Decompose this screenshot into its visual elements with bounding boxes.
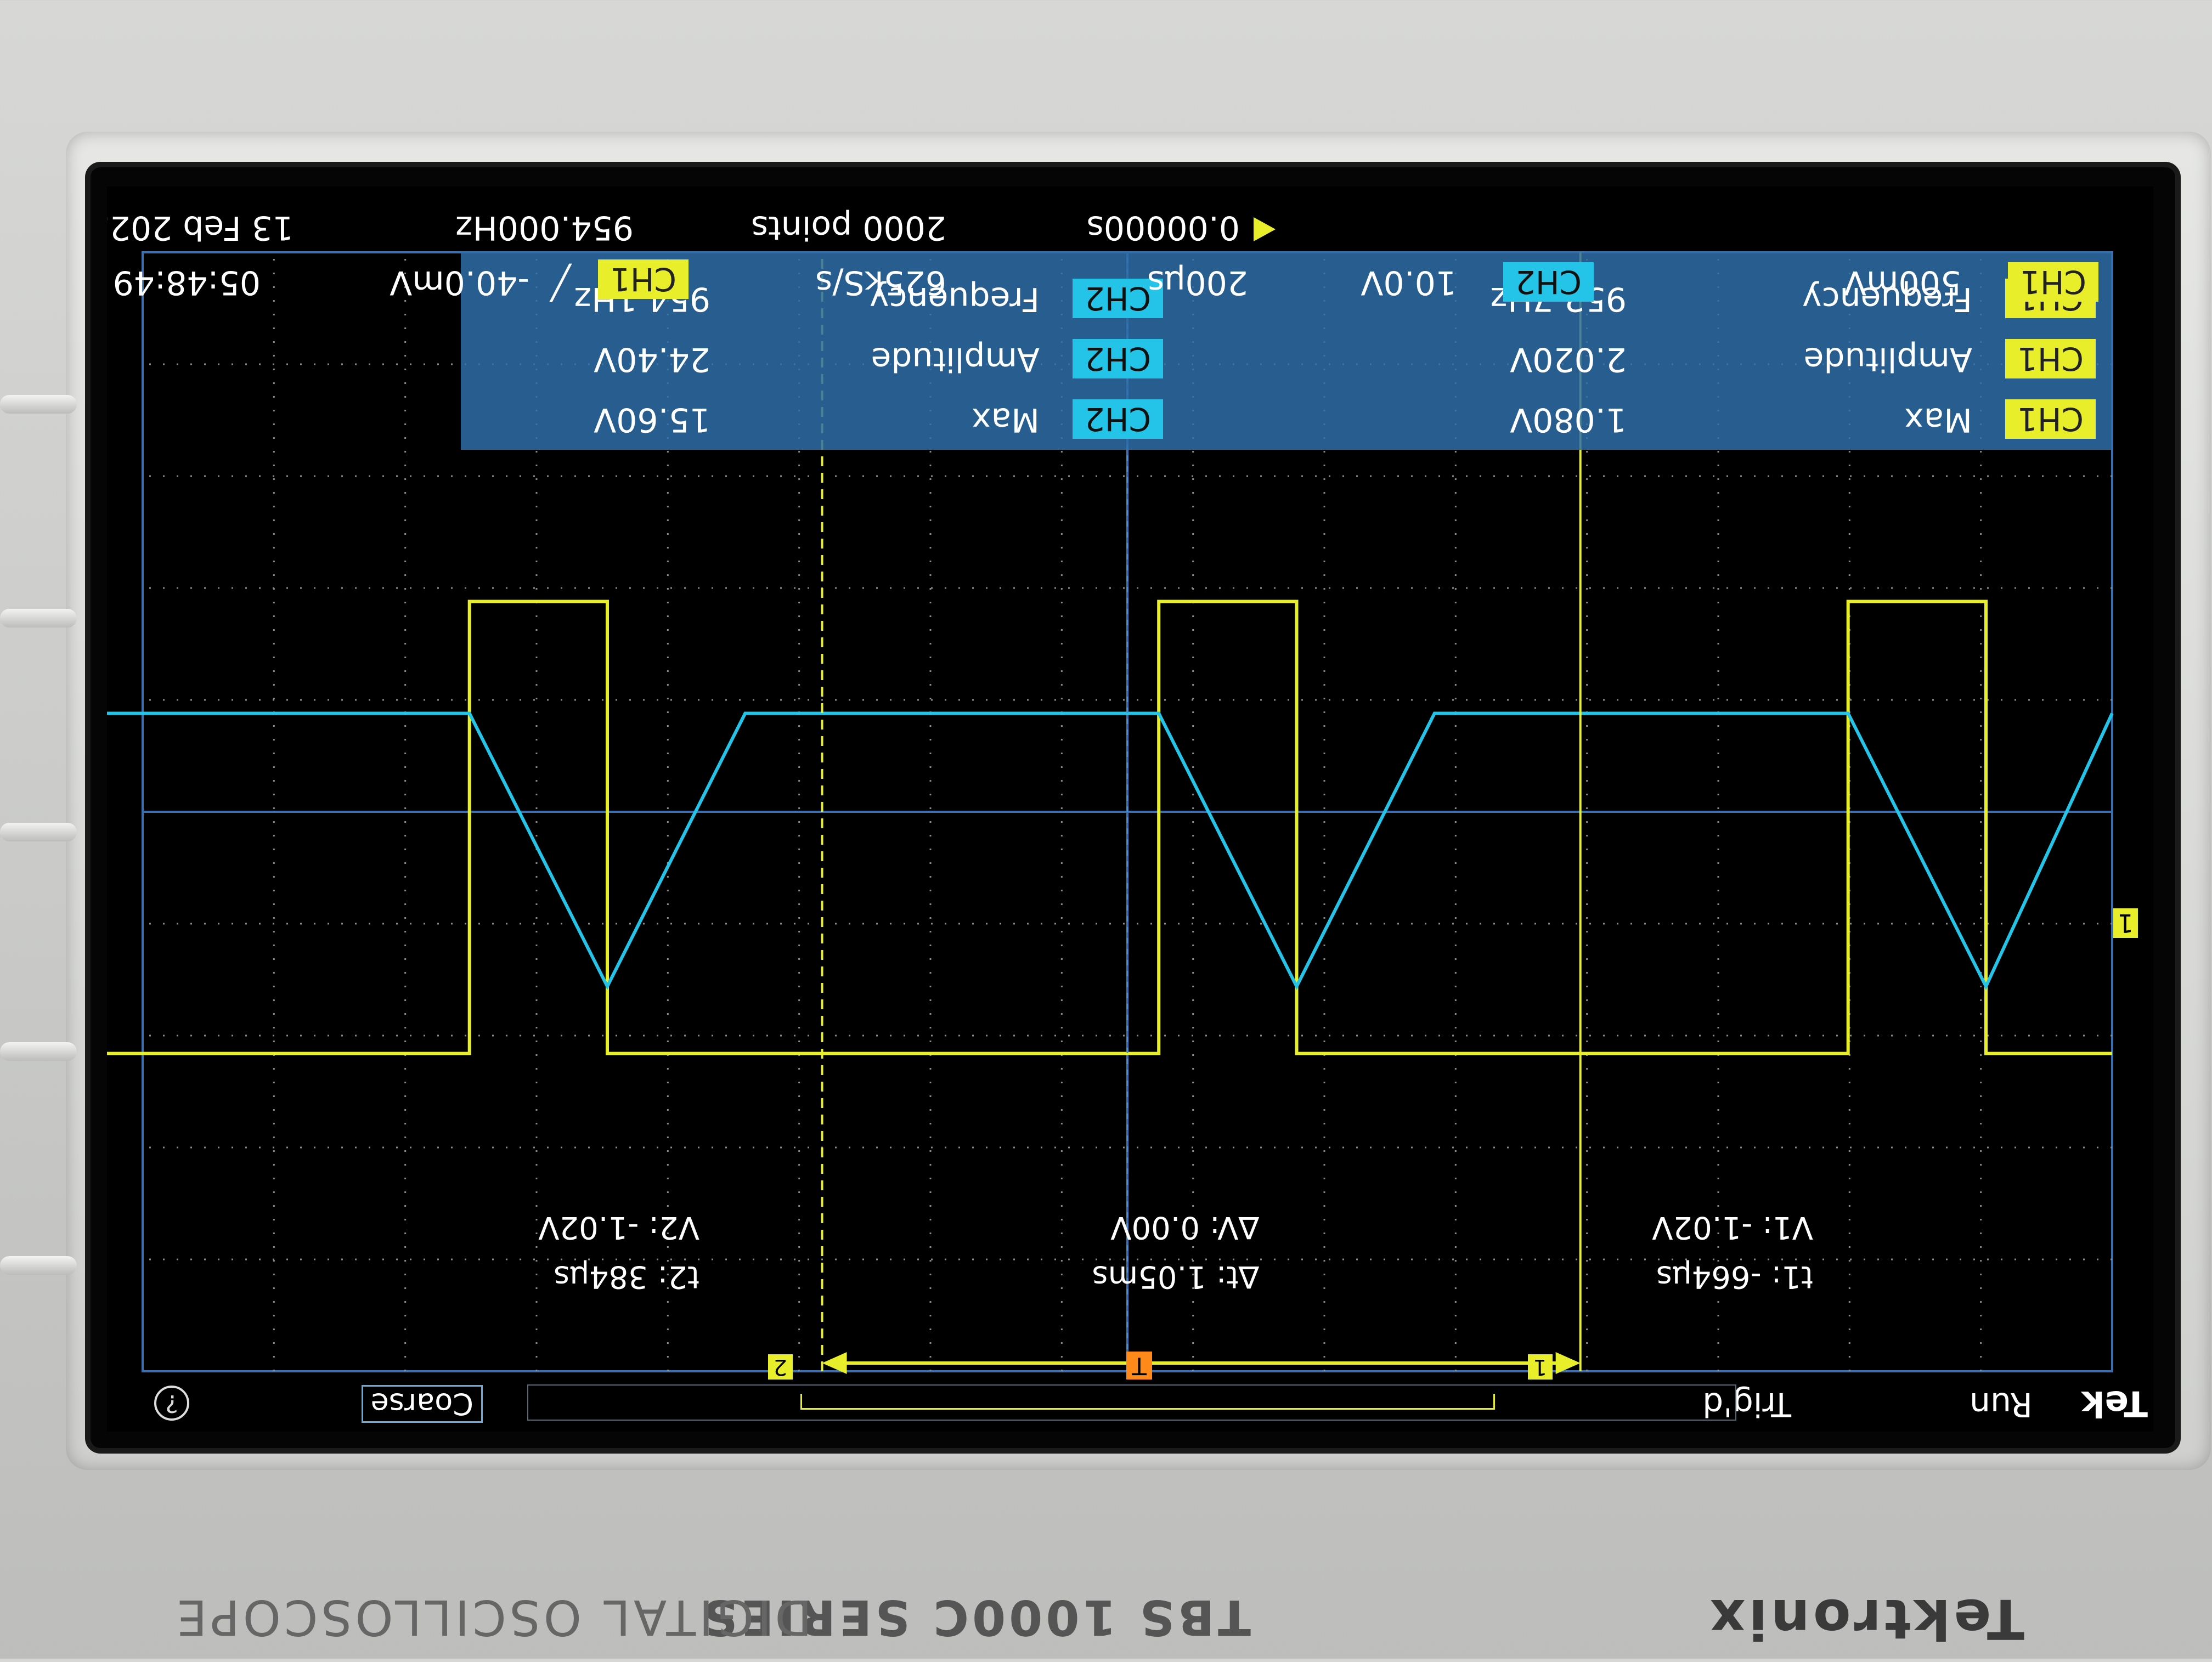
ch1-scale: 500mV [1843,263,1961,302]
sample-rate: 625kS/s [815,263,946,302]
measure-channel-tag: CH2 [1072,339,1163,378]
ch1-label[interactable]: CH1 [2007,262,2098,302]
measure-name: Max [1904,400,1972,439]
ch2-label[interactable]: CH2 [1503,262,1594,302]
cursor2-voltage: V2: -1.02V [538,1209,699,1245]
measure-value: 2.020V [1510,340,1627,378]
probe-cable [0,395,77,414]
cursor1-voltage: V1: -1.02V [1652,1209,1813,1245]
clock-time: 05:48:49 [112,263,261,302]
ch1-waveform [107,601,2112,1053]
oscilloscope-screen: Tek Run Trig'd Coarse ? t1: -664µs V1: -… [107,186,2153,1432]
ch1-ground-marker[interactable]: 1 [2113,908,2138,938]
date: 13 Feb 2025 [107,208,294,247]
measure-name: Amplitude [1803,340,1972,378]
probe-cable [0,1042,77,1061]
measure-value: 15.60V [594,400,710,439]
trigger-source[interactable]: CH1 [597,259,689,299]
probe-cable [0,1256,77,1275]
model-description: DIGITAL OSCILLOSCOPE [173,1589,812,1646]
record-length: 2000 points [751,208,946,247]
trigger-slope-icon: ╱ [550,263,571,302]
measure-channel-tag: CH1 [2005,399,2096,439]
display-content: Tek Run Trig'd Coarse ? t1: -664µs V1: -… [107,186,2153,1432]
measure-value: 24.40V [594,340,710,378]
measure-value: 1.080V [1510,400,1627,439]
ch2-waveform [107,711,2114,991]
brand-logo: Tektronix [1706,1587,2024,1651]
probe-cable [0,609,77,628]
cursor1-time: t1: -664µs [1656,1259,1813,1294]
trigger-level: -40.0mV [390,263,529,302]
measure-channel-tag: CH1 [2005,339,2096,378]
cursor1-marker[interactable]: 1 [1527,1354,1553,1380]
measure-name: Amplitude [871,340,1040,378]
cursor-delta-voltage: ∆V: 0.00V [1110,1209,1259,1245]
cursor2-time: t2: 384µs [554,1259,699,1294]
front-panel-label: Tektronix TBS 1000C SERIES DIGITAL OSCIL… [165,1580,2030,1662]
ch2-scale: 10.0V [1361,263,1457,302]
measure-channel-tag: CH2 [1072,399,1163,439]
trigger-position: 0.00000s [1086,208,1240,247]
trigger-frequency: 954.000Hz [455,208,634,247]
cursor-delta-time: ∆t: 1.05ms [1092,1259,1260,1294]
probe-cable [0,823,77,841]
measure-name: Max [971,400,1040,439]
trigger-time-marker[interactable]: T [1126,1352,1152,1380]
timebase: 200µs [1147,263,1248,302]
cursor2-marker[interactable]: 2 [768,1354,793,1380]
trigger-position-arrow-icon [1254,217,1276,241]
